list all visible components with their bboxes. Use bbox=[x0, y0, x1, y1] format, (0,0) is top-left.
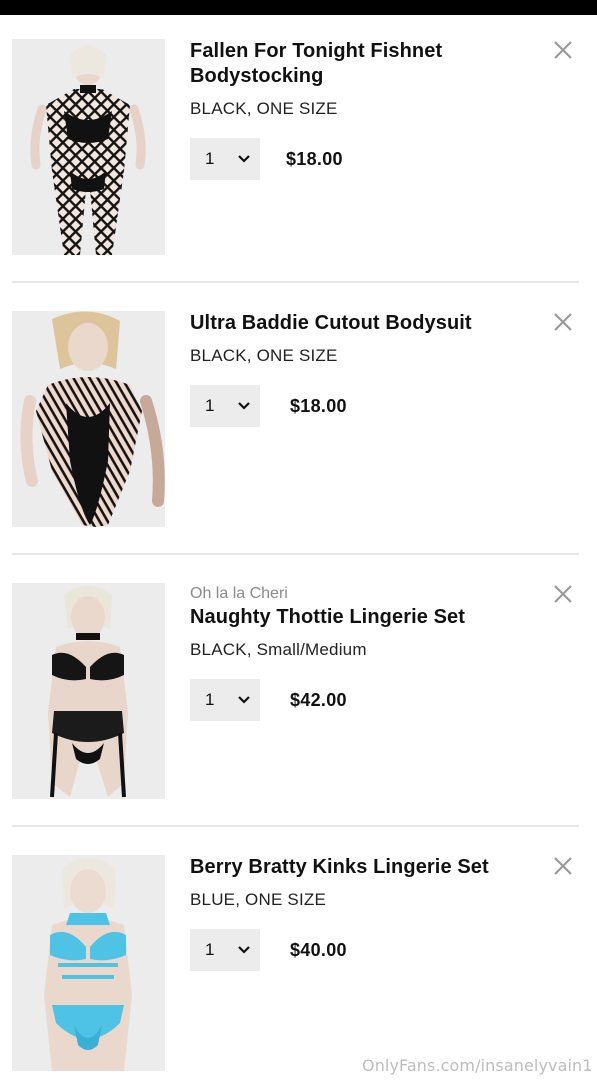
chevron-down-icon bbox=[238, 402, 250, 410]
remove-item-button[interactable] bbox=[550, 581, 576, 607]
quantity-value: 1 bbox=[205, 940, 215, 959]
item-details: Fallen For Tonight Fishnet Bodystocking … bbox=[190, 39, 520, 180]
divider bbox=[12, 281, 579, 283]
product-image[interactable] bbox=[12, 855, 165, 1071]
product-title[interactable]: Fallen For Tonight Fishnet Bodystocking bbox=[190, 39, 520, 89]
product-image[interactable] bbox=[12, 311, 165, 527]
product-title[interactable]: Naughty Thottie Lingerie Set bbox=[190, 605, 520, 630]
chevron-down-icon bbox=[238, 155, 250, 163]
watermark: OnlyFans.com/insanelyvain1 bbox=[362, 1056, 593, 1075]
close-icon bbox=[554, 313, 572, 331]
item-details: Berry Bratty Kinks Lingerie Set BLUE, ON… bbox=[190, 855, 520, 971]
product-photo-lingerie-set bbox=[12, 855, 165, 1071]
item-price: $18.00 bbox=[290, 395, 347, 416]
item-price: $18.00 bbox=[286, 148, 343, 169]
product-photo-bodystocking bbox=[12, 39, 165, 255]
close-icon bbox=[554, 585, 572, 603]
cart-item: Fallen For Tonight Fishnet Bodystocking … bbox=[0, 39, 597, 311]
purchase-row: 1 $42.00 bbox=[190, 679, 520, 721]
close-icon bbox=[554, 857, 572, 875]
product-variant: BLUE, ONE SIZE bbox=[190, 890, 327, 909]
cart-item: Berry Bratty Kinks Lingerie Set BLUE, ON… bbox=[0, 855, 597, 1080]
chevron-down-icon bbox=[238, 946, 250, 954]
product-variant: BLACK, ONE SIZE bbox=[190, 99, 338, 118]
cart-item: Ultra Baddie Cutout Bodysuit BLACK, ONE … bbox=[0, 311, 597, 583]
quantity-select[interactable]: 1 bbox=[190, 679, 260, 721]
product-photo-lingerie-set bbox=[12, 583, 165, 799]
product-photo-bodysuit bbox=[12, 311, 165, 527]
quantity-value: 1 bbox=[205, 149, 215, 168]
quantity-select[interactable]: 1 bbox=[190, 929, 260, 971]
product-variant: BLACK, ONE SIZE bbox=[190, 346, 338, 365]
item-details: Oh la la Cheri Naughty Thottie Lingerie … bbox=[190, 583, 520, 721]
remove-item-button[interactable] bbox=[550, 309, 576, 335]
quantity-value: 1 bbox=[205, 690, 215, 709]
remove-item-button[interactable] bbox=[550, 37, 576, 63]
item-details: Ultra Baddie Cutout Bodysuit BLACK, ONE … bbox=[190, 311, 520, 427]
remove-item-button[interactable] bbox=[550, 853, 576, 879]
product-title[interactable]: Ultra Baddie Cutout Bodysuit bbox=[190, 311, 520, 336]
item-price: $40.00 bbox=[290, 939, 347, 960]
product-image[interactable] bbox=[12, 583, 165, 799]
item-price: $42.00 bbox=[290, 689, 347, 710]
quantity-select[interactable]: 1 bbox=[190, 385, 260, 427]
product-image[interactable] bbox=[12, 39, 165, 255]
product-variant: BLACK, Small/Medium bbox=[190, 640, 367, 659]
product-title[interactable]: Berry Bratty Kinks Lingerie Set bbox=[190, 855, 520, 880]
quantity-value: 1 bbox=[205, 396, 215, 415]
purchase-row: 1 $18.00 bbox=[190, 385, 520, 427]
chevron-down-icon bbox=[238, 696, 250, 704]
purchase-row: 1 $40.00 bbox=[190, 929, 520, 971]
divider bbox=[12, 553, 579, 555]
close-icon bbox=[554, 41, 572, 59]
purchase-row: 1 $18.00 bbox=[190, 138, 520, 180]
product-brand: Oh la la Cheri bbox=[190, 585, 288, 602]
divider bbox=[12, 825, 579, 827]
status-bar bbox=[0, 0, 597, 15]
cart-item: Oh la la Cheri Naughty Thottie Lingerie … bbox=[0, 583, 597, 855]
quantity-select[interactable]: 1 bbox=[190, 138, 260, 180]
